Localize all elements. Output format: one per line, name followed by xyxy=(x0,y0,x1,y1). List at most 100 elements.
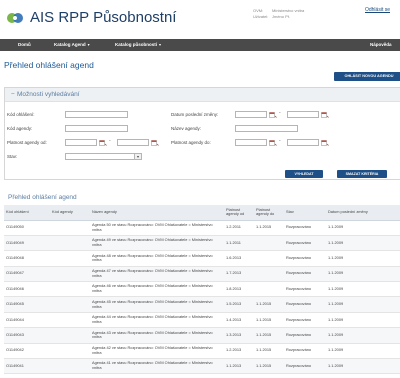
validity-to-label: Platnost agendy do: xyxy=(171,140,211,145)
valid-to-cell: 1.1.2015 xyxy=(254,358,284,375)
menu-item-scope-catalog[interactable]: Katalog působností ▾ xyxy=(115,39,161,51)
menu-item-agenda-catalog-label: Katalog Agend xyxy=(54,42,86,47)
announcement-code-cell: O1149044 xyxy=(4,312,50,329)
table-row[interactable]: O1149042 Agenda 42 ve stavu Rozpracováno:… xyxy=(4,343,400,360)
table-row[interactable]: O1149050 Agenda 50 ve stavu Rozpracováno:… xyxy=(4,220,400,236)
agenda-name-cell: Agenda 50 ve stavu Rozpracováno: OVM Ohl… xyxy=(90,220,224,236)
results-title: Přehled ohlášení agend xyxy=(8,194,77,201)
status-cell: Rozpracováno xyxy=(284,220,326,236)
validity-from-start-input[interactable] xyxy=(65,139,97,146)
new-agenda-button[interactable]: OHLÁSIT NOVOU AGENDU xyxy=(334,72,400,81)
status-cell: Rozpracováno xyxy=(284,358,326,375)
validity-to-end-input[interactable] xyxy=(287,139,319,146)
valid-from-cell: 1.4.2013 xyxy=(224,312,254,329)
search-panel: − Možnosti vyhledávání Kód ohlášení: Dat… xyxy=(4,87,400,180)
agenda-code-cell xyxy=(50,327,90,344)
agenda-name-cell: Agenda 44 ve stavu Rozpracováno: OVM Ohl… xyxy=(90,312,224,329)
agenda-code-cell xyxy=(50,343,90,360)
valid-from-cell: 1.6.2013 xyxy=(224,250,254,267)
last-change-cell: 1.1.2009 xyxy=(326,312,400,329)
last-change-from-input[interactable] xyxy=(235,111,267,118)
valid-to-cell: 1.1.2015 xyxy=(254,296,284,313)
announcement-code-cell: O1149050 xyxy=(4,220,50,236)
column-header-announcement-code[interactable]: Kód ohlášení xyxy=(4,205,50,221)
announcement-code-cell: O1149041 xyxy=(4,358,50,375)
announcement-code-cell: O1149043 xyxy=(4,327,50,344)
announcement-code-cell: O1149045 xyxy=(4,296,50,313)
status-cell: Rozpracováno xyxy=(284,327,326,344)
menu-item-home[interactable]: Domů xyxy=(18,39,31,51)
agenda-name-cell: Agenda 45 ve stavu Rozpracováno: OVM Ohl… xyxy=(90,296,224,313)
chevron-down-icon: ▾ xyxy=(87,42,90,47)
announcement-code-cell: O1149047 xyxy=(4,266,50,283)
search-panel-header[interactable]: − Možnosti vyhledávání xyxy=(5,88,400,102)
menu-item-agenda-catalog[interactable]: Katalog Agend ▾ xyxy=(54,39,90,51)
last-change-cell: 1.1.2009 xyxy=(326,358,400,375)
column-header-status[interactable]: Stav xyxy=(284,205,326,221)
app-header: AIS RPP Působnostní OVM: Ministerstvo vni… xyxy=(0,0,400,34)
search-panel-title: Možnosti vyhledávání xyxy=(17,91,80,98)
validity-to-start-input[interactable] xyxy=(235,139,267,146)
results-table: Kód ohlášení Kód agendy Název agendy Pla… xyxy=(4,205,400,375)
main-menu: Domů Katalog Agend ▾ Katalog působností ▾ … xyxy=(0,39,400,51)
agenda-code-cell xyxy=(50,235,90,252)
agenda-code-input[interactable] xyxy=(65,125,128,132)
column-header-agenda-name[interactable]: Název agendy xyxy=(90,205,224,221)
table-row[interactable]: O1149048 Agenda 48 ve stavu Rozpracováno:… xyxy=(4,250,400,267)
table-row[interactable]: O1149041 Agenda 41 ve stavu Rozpracováno:… xyxy=(4,358,400,375)
valid-from-cell: 1.8.2013 xyxy=(224,281,254,298)
table-row[interactable]: O1149047 Agenda 47 ve stavu Rozpracováno:… xyxy=(4,266,400,283)
valid-from-cell: 1.3.2013 xyxy=(224,327,254,344)
valid-to-cell xyxy=(254,281,284,298)
calendar-icon[interactable] xyxy=(269,140,277,146)
column-header-valid-to[interactable]: Platnost agendy do xyxy=(254,205,284,221)
valid-from-cell: 1.2.2013 xyxy=(224,343,254,360)
agenda-code-cell xyxy=(50,250,90,267)
table-row[interactable]: O1149049 Agenda 49 ve stavu Rozpracováno:… xyxy=(4,235,400,252)
column-header-valid-from[interactable]: Platnost agendy od xyxy=(224,205,254,221)
agenda-name-cell: Agenda 42 ve stavu Rozpracováno: OVM Ohl… xyxy=(90,343,224,360)
status-select[interactable]: ▾ xyxy=(65,153,142,160)
agenda-name-cell: Agenda 41 ve stavu Rozpracováno: OVM Ohl… xyxy=(90,358,224,375)
agenda-code-cell xyxy=(50,281,90,298)
valid-from-cell: 1.1.2011 xyxy=(224,235,254,252)
clear-criteria-button[interactable]: SMAZAT KRITÉRIA xyxy=(337,170,387,178)
last-change-cell: 1.1.2009 xyxy=(326,327,400,344)
valid-from-cell: 1.1.2013 xyxy=(224,358,254,375)
menu-item-home-label: Domů xyxy=(18,42,31,47)
column-header-last-change[interactable]: Datum poslední změny xyxy=(326,205,400,221)
valid-from-cell: 1.5.2013 xyxy=(224,296,254,313)
menu-item-help[interactable]: Nápověda xyxy=(370,39,392,51)
table-row[interactable]: O1149046 Agenda 46 ve stavu Rozpracováno:… xyxy=(4,281,400,298)
last-change-to-input[interactable] xyxy=(287,111,319,118)
last-change-cell: 1.1.2009 xyxy=(326,296,400,313)
table-row[interactable]: O1149043 Agenda 43 ve stavu Rozpracováno:… xyxy=(4,327,400,344)
column-header-agenda-code[interactable]: Kód agendy xyxy=(50,205,90,221)
calendar-icon[interactable] xyxy=(151,140,159,146)
calendar-icon[interactable] xyxy=(321,140,329,146)
validity-from-end-input[interactable] xyxy=(117,139,149,146)
last-change-cell: 1.1.2009 xyxy=(326,250,400,267)
calendar-icon[interactable] xyxy=(321,112,329,118)
calendar-icon[interactable] xyxy=(99,140,107,146)
collapse-icon[interactable]: − xyxy=(11,91,15,98)
user-value: Jméno Př. xyxy=(272,14,291,19)
logo-icon xyxy=(7,13,23,23)
menu-item-help-label: Nápověda xyxy=(370,42,392,47)
status-cell: Rozpracováno xyxy=(284,312,326,329)
status-cell: Rozpracováno xyxy=(284,281,326,298)
results-table-wrap: Kód ohlášení Kód agendy Název agendy Pla… xyxy=(4,205,400,375)
announcement-code-cell: O1149046 xyxy=(4,281,50,298)
app-title: AIS RPP Působnostní xyxy=(30,9,177,26)
valid-to-cell xyxy=(254,235,284,252)
agenda-code-cell xyxy=(50,312,90,329)
announcement-code-label: Kód ohlášení: xyxy=(7,112,35,117)
logout-link[interactable]: Odhlásit se xyxy=(365,7,390,13)
calendar-icon[interactable] xyxy=(269,112,277,118)
table-row[interactable]: O1149045 Agenda 45 ve stavu Rozpracováno:… xyxy=(4,296,400,313)
status-cell: Rozpracováno xyxy=(284,266,326,283)
search-button[interactable]: VYHLEDAT xyxy=(285,170,323,178)
agenda-name-input[interactable] xyxy=(235,125,298,132)
announcement-code-input[interactable] xyxy=(65,111,128,118)
table-row[interactable]: O1149044 Agenda 44 ve stavu Rozpracováno:… xyxy=(4,312,400,329)
